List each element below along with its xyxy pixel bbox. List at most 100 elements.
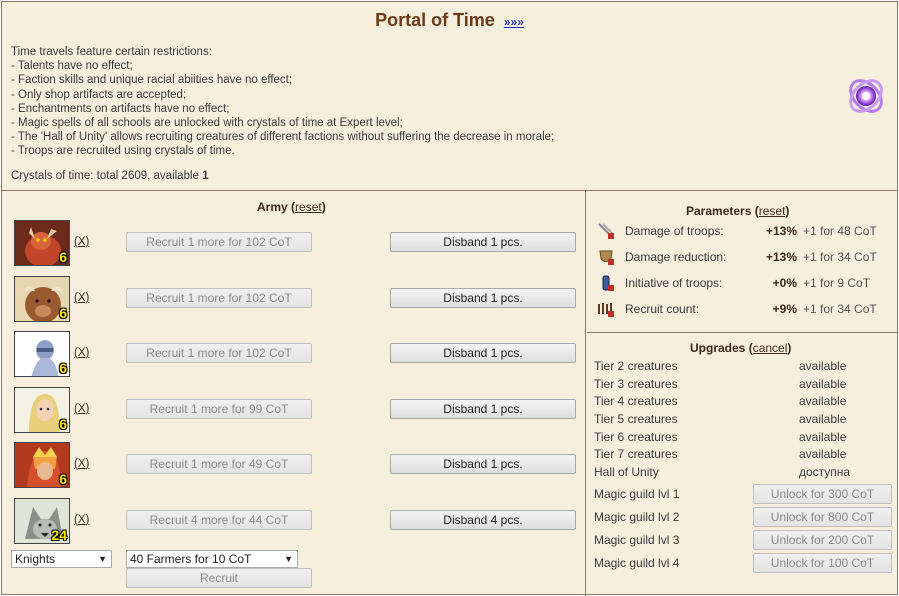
parameter-row: Damage of troops: +13% +1 for 48 CoT (587, 221, 897, 241)
upgrades-cancel-link[interactable]: cancel (753, 341, 788, 355)
upgrade-status: available (799, 359, 847, 373)
parameters-reset-link[interactable]: reset (759, 204, 786, 218)
magic-guild-row: Magic guild lvl 1 Unlock for 300 CoT (594, 484, 894, 504)
unit-count: 24 (51, 527, 67, 543)
parameter-cost[interactable]: +1 for 34 CoT (803, 302, 877, 316)
upgrade-row: Hall of Unity доступна (594, 464, 894, 482)
remove-unit-link[interactable]: (X) (74, 292, 89, 304)
disband-button[interactable]: Disband 1 pcs. (390, 454, 576, 474)
unit-count: 6 (59, 471, 67, 487)
magic-guild-name: Magic guild lvl 2 (594, 510, 680, 524)
restriction-line: - Magic spells of all schools are unlock… (11, 117, 403, 130)
upgrade-status: доступна (799, 465, 851, 479)
crystals-text: Crystals of time: total 2609, available (11, 170, 203, 182)
more-info-link[interactable]: »»» (504, 15, 524, 29)
faction-select[interactable]: Knights ▼ (11, 550, 112, 568)
upgrade-row: Tier 7 creatures available (594, 446, 894, 464)
upgrade-row: Tier 3 creatures available (594, 376, 894, 394)
unlock-guild-button[interactable]: Unlock for 300 CoT (753, 484, 892, 504)
army-unit-row: 6 (X) Recruit 1 more for 99 CoT Disband … (2, 387, 586, 437)
parameter-name: Recruit count: (625, 302, 700, 316)
restriction-line: - Troops are recruited using crystals of… (11, 145, 235, 158)
unlock-guild-button[interactable]: Unlock for 800 CoT (753, 507, 892, 527)
magic-guild-row: Magic guild lvl 2 Unlock for 800 CoT (594, 507, 894, 527)
upgrade-status: available (799, 447, 847, 461)
recruit-more-button[interactable]: Recruit 1 more for 102 CoT (126, 288, 312, 308)
parameter-cost[interactable]: +1 for 48 CoT (803, 224, 877, 238)
upgrade-status: available (799, 430, 847, 444)
upgrade-name: Tier 5 creatures (594, 412, 678, 426)
portal-header: Portal of Time »»» Time travels feature … (2, 2, 897, 191)
dropdown-arrow-icon: ▼ (284, 554, 293, 564)
restriction-line: - Talents have no effect; (11, 60, 133, 73)
magic-guild-row: Magic guild lvl 4 Unlock for 100 CoT (594, 553, 894, 573)
upgrade-row: Tier 6 creatures available (594, 429, 894, 447)
parameter-cost[interactable]: +1 for 9 CoT (803, 276, 870, 290)
disband-button[interactable]: Disband 1 pcs. (390, 399, 576, 419)
army-unit-row: 6 (X) Recruit 1 more for 49 CoT Disband … (2, 442, 586, 492)
magic-guild-row: Magic guild lvl 3 Unlock for 200 CoT (594, 530, 894, 550)
recruit-more-button[interactable]: Recruit 1 more for 102 CoT (126, 343, 312, 363)
recruit-more-button[interactable]: Recruit 1 more for 49 CoT (126, 454, 312, 474)
dropdown-arrow-icon: ▼ (98, 554, 107, 564)
parameter-cost[interactable]: +1 for 34 CoT (803, 250, 877, 264)
magic-guild-name: Magic guild lvl 1 (594, 487, 680, 501)
disband-button[interactable]: Disband 1 pcs. (390, 232, 576, 252)
magic-guild-name: Magic guild lvl 4 (594, 556, 680, 570)
potion-icon (602, 275, 614, 291)
parameter-row: Damage reduction: +13% +1 for 34 CoT (587, 247, 897, 267)
upgrade-status: available (799, 412, 847, 426)
recruit-more-button[interactable]: Recruit 1 more for 99 CoT (126, 399, 312, 419)
parameter-name: Initiative of troops: (625, 276, 723, 290)
recruit-more-button[interactable]: Recruit 1 more for 102 CoT (126, 232, 312, 252)
restriction-line: - Faction skills and unique racial abiit… (11, 74, 293, 87)
sword-icon (598, 223, 614, 239)
unlock-guild-button[interactable]: Unlock for 200 CoT (753, 530, 892, 550)
remove-unit-link[interactable]: (X) (74, 236, 89, 248)
remove-unit-link[interactable]: (X) (74, 458, 89, 470)
restriction-line: - Only shop artifacts are accepted; (11, 88, 187, 101)
creature-select[interactable]: 40 Farmers for 10 CoT ▼ (126, 550, 298, 568)
parameter-value: +13% (765, 250, 797, 264)
army-reset-link[interactable]: reset (295, 200, 322, 214)
page-title-text: Portal of Time (375, 10, 495, 30)
remove-unit-link[interactable]: (X) (74, 514, 89, 526)
upgrade-row: Tier 4 creatures available (594, 393, 894, 411)
parameter-row: Recruit count: +9% +1 for 34 CoT (587, 299, 897, 319)
magic-guild-name: Magic guild lvl 3 (594, 533, 680, 547)
unit-count: 6 (59, 305, 67, 321)
unlock-guild-button[interactable]: Unlock for 100 CoT (753, 553, 892, 573)
upgrade-row: Tier 2 creatures available (594, 358, 894, 376)
army-unit-row: 24 (X) Recruit 4 more for 44 CoT Disband… (2, 498, 586, 548)
upgrades-title-text: Upgrades (690, 341, 746, 355)
army-unit-row: 6 (X) Recruit 1 more for 102 CoT Disband… (2, 220, 586, 270)
recruit-button[interactable]: Recruit (126, 568, 312, 588)
upgrade-name: Tier 2 creatures (594, 359, 678, 373)
remove-unit-link[interactable]: (X) (74, 347, 89, 359)
crystals-available: 1 (202, 170, 209, 182)
upgrade-name: Tier 7 creatures (594, 447, 678, 461)
crystals-info: Crystals of time: total 2609, available … (11, 170, 209, 182)
page-title: Portal of Time »»» (2, 10, 897, 31)
upgrade-status: available (799, 394, 847, 408)
army-title-text: Army (257, 200, 288, 214)
restrictions-text: Time travels feature certain restriction… (11, 45, 554, 159)
shield-icon (599, 250, 614, 265)
disband-button[interactable]: Disband 1 pcs. (390, 343, 576, 363)
disband-button[interactable]: Disband 4 pcs. (390, 510, 576, 530)
faction-select-value: Knights (15, 552, 56, 566)
restriction-line: - The 'Hall of Unity' allows recruiting … (11, 131, 555, 144)
army-unit-row: 6 (X) Recruit 1 more for 102 CoT Disband… (2, 276, 586, 326)
army-unit-row: 6 (X) Recruit 1 more for 102 CoT Disband… (2, 331, 586, 381)
recruit-more-button[interactable]: Recruit 4 more for 44 CoT (126, 510, 312, 530)
restriction-line: - Enchantments on artifacts have no effe… (11, 102, 230, 115)
troops-icon (598, 303, 614, 317)
parameter-name: Damage of troops: (625, 224, 724, 238)
parameters-section: Parameters (reset) Damage of troops: +13… (587, 191, 897, 333)
portal-of-time-panel: Portal of Time »»» Time travels feature … (1, 1, 898, 596)
disband-button[interactable]: Disband 1 pcs. (390, 288, 576, 308)
unit-portrait: 6 (14, 276, 70, 322)
remove-unit-link[interactable]: (X) (74, 403, 89, 415)
unit-count: 6 (59, 249, 67, 265)
upgrade-name: Tier 6 creatures (594, 430, 678, 444)
